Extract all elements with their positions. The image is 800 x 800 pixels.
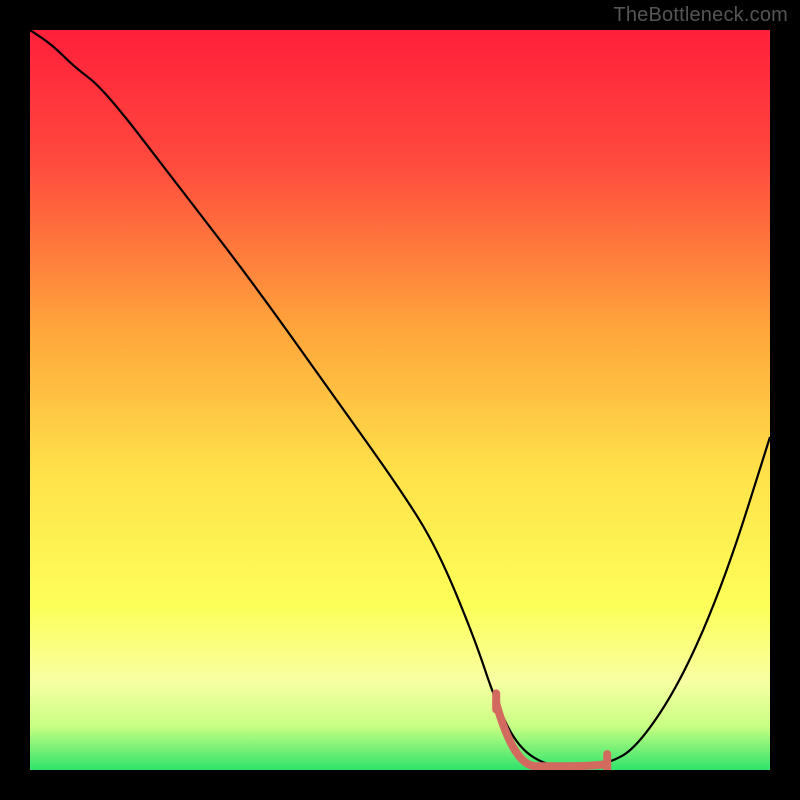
watermark-text: TheBottleneck.com bbox=[613, 4, 788, 27]
chart-frame: TheBottleneck.com bbox=[0, 0, 800, 800]
chart-svg bbox=[30, 30, 770, 770]
chart-background bbox=[30, 30, 770, 770]
plot-area bbox=[30, 30, 770, 770]
